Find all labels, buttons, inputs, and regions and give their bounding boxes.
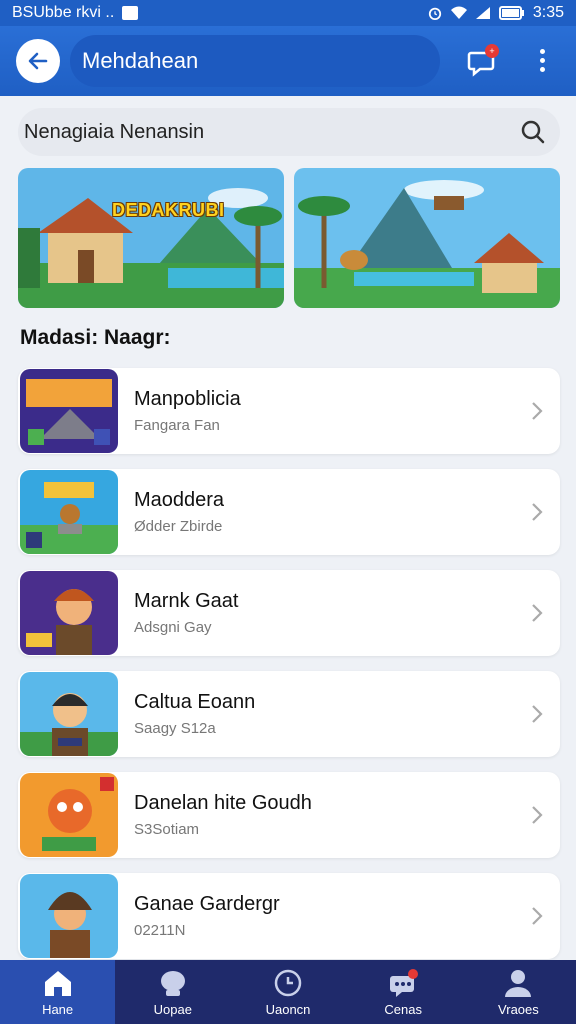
- clock-icon: [274, 969, 302, 996]
- game-name: Ganae Gardergr: [134, 893, 280, 915]
- signal-icon: [475, 7, 490, 19]
- list-item[interactable]: Manpoblicia Fangara Fan: [18, 368, 560, 454]
- game-subtitle: Adsgni Gay: [134, 619, 212, 636]
- list-item[interactable]: Maoddera Ødder Zbirde: [18, 469, 560, 555]
- chat-notification-icon[interactable]: +: [466, 43, 500, 77]
- chevron-right-icon: [532, 402, 543, 420]
- game-name: Manpoblicia: [134, 388, 241, 410]
- app-bar: Mehdahean +: [0, 26, 576, 96]
- game-thumbnail: [20, 571, 118, 655]
- list-item[interactable]: Ganae Gardergr 02211N: [18, 873, 560, 959]
- back-button[interactable]: [16, 39, 60, 83]
- nav-label: Hane: [42, 1001, 74, 1017]
- status-bar: BSUbbe rkvi .. 3:35: [0, 0, 576, 26]
- nav-label: Uopae: [153, 1001, 192, 1017]
- home-icon: [44, 970, 71, 996]
- status-text: BSUbbe rkvi ..: [12, 4, 115, 21]
- user-blob-icon: [160, 970, 185, 996]
- nav-profile[interactable]: Uopae: [115, 960, 230, 1024]
- game-subtitle: Ødder Zbirde: [134, 518, 223, 535]
- chevron-right-icon: [532, 604, 543, 622]
- wifi-icon: [450, 6, 467, 19]
- game-name: Marnk Gaat: [134, 590, 239, 612]
- more-options-button[interactable]: [530, 43, 554, 77]
- game-thumbnail: [20, 470, 118, 554]
- search-bar[interactable]: Nenagiaia Nenansin: [18, 108, 560, 156]
- game-subtitle: Saagy S12a: [134, 720, 216, 737]
- list-item[interactable]: Caltua Eoann Saagy S12a: [18, 671, 560, 757]
- game-list: Manpoblicia Fangara Fan Maoddera Ødder Z…: [18, 368, 560, 974]
- game-thumbnail: [20, 773, 118, 857]
- banner-title: DEDAKRUBI: [112, 200, 225, 220]
- game-name: Danelan hite Goudh: [134, 792, 312, 814]
- game-thumbnail: [20, 874, 118, 958]
- nav-recent[interactable]: Uaoncn: [230, 960, 345, 1024]
- search-input[interactable]: Nenagiaia Nenansin: [24, 121, 520, 144]
- game-thumbnail: [20, 369, 118, 453]
- nav-home[interactable]: Hane: [0, 960, 116, 1024]
- nav-label: Uaoncn: [265, 1001, 311, 1017]
- game-subtitle: S3Sotiam: [134, 821, 200, 838]
- clock-time: 3:35: [532, 4, 564, 21]
- nav-chat[interactable]: Cenas: [346, 960, 461, 1024]
- chevron-right-icon: [532, 907, 543, 925]
- chevron-right-icon: [532, 806, 543, 824]
- list-item[interactable]: Marnk Gaat Adsgni Gay: [18, 570, 560, 656]
- section-title: Madasi: Naagr:: [20, 326, 171, 349]
- featured-banner-1[interactable]: DEDAKRUBI: [18, 168, 284, 308]
- svg-text:+: +: [489, 46, 494, 56]
- chevron-right-icon: [532, 705, 543, 723]
- game-name: Maoddera: [134, 489, 225, 511]
- game-subtitle: Fangara Fan: [134, 417, 220, 434]
- game-thumbnail: [20, 672, 118, 756]
- notification-icon: [122, 6, 139, 20]
- chat-icon: [390, 968, 419, 997]
- village-illustration: [18, 168, 284, 308]
- game-subtitle: 02211N: [134, 922, 186, 939]
- title-pill: Mehdahean: [70, 35, 440, 87]
- game-name: Caltua Eoann: [134, 691, 256, 713]
- list-item[interactable]: Danelan hite Goudh S3Sotiam: [18, 772, 560, 858]
- page-title: Mehdahean: [82, 48, 199, 73]
- chevron-right-icon: [532, 503, 543, 521]
- person-icon: [505, 969, 532, 997]
- battery-icon: [498, 6, 524, 20]
- nav-label: Cenas: [384, 1001, 422, 1017]
- alarm-icon: [428, 7, 441, 20]
- island-illustration: [294, 168, 560, 308]
- featured-banner-2[interactable]: [294, 168, 560, 308]
- bottom-navigation: Hane Uopae Uaoncn Cenas Vraoes: [0, 960, 576, 1024]
- arrow-left-icon: [28, 52, 48, 70]
- search-icon[interactable]: [520, 119, 546, 145]
- nav-account[interactable]: Vraoes: [461, 960, 576, 1024]
- nav-label: Vraoes: [498, 1001, 539, 1017]
